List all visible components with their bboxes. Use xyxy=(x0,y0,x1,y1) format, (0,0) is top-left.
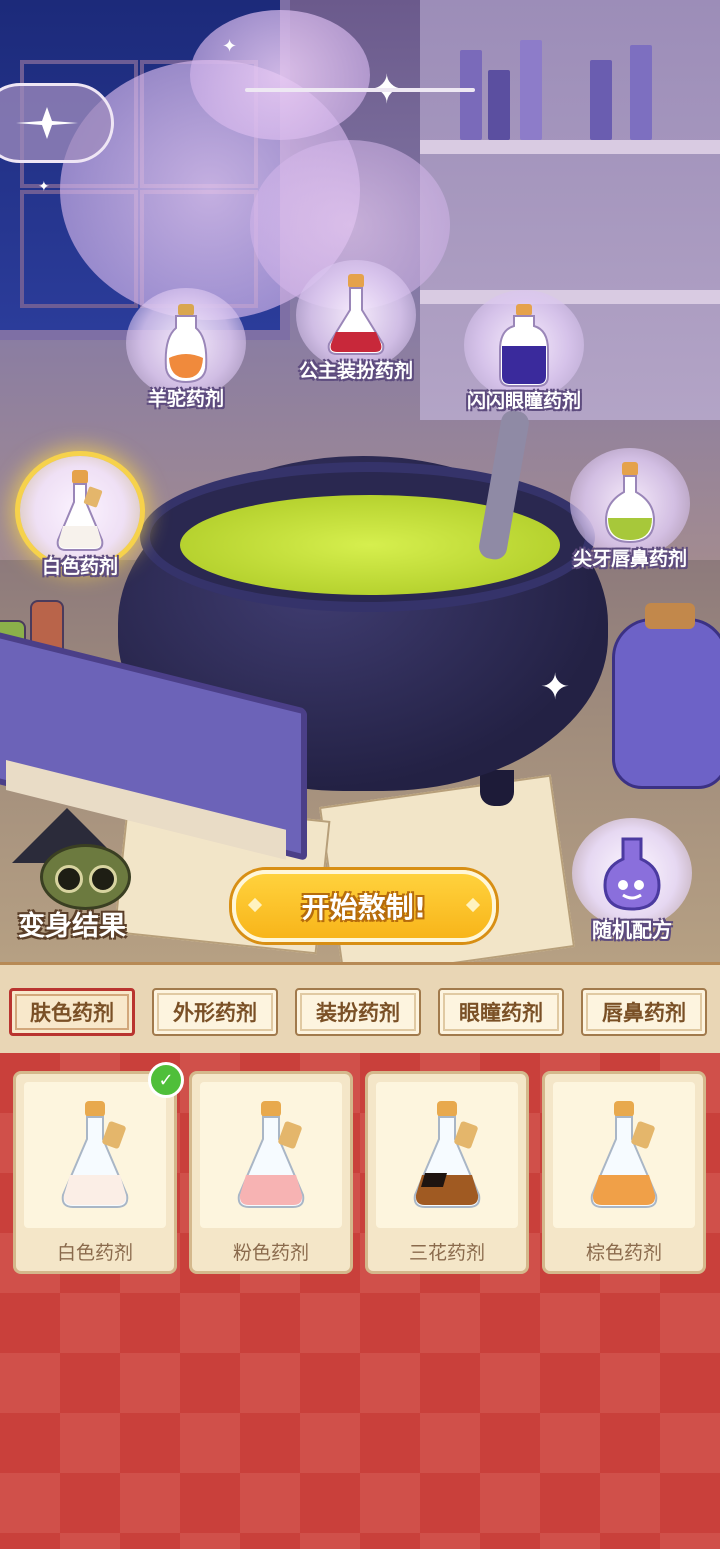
item-name: 棕色药剂 xyxy=(585,1242,662,1264)
scene-potion-alpaca[interactable]: 羊驼药剂 xyxy=(126,288,246,410)
scene-potion-fang[interactable]: 尖牙唇鼻药剂 xyxy=(570,448,690,570)
tab-label: 眼瞳药剂 xyxy=(459,1001,543,1025)
selected-check-icon: ✓ xyxy=(148,1062,184,1098)
scene-potion-princess[interactable]: 公主装扮药剂 xyxy=(296,260,416,382)
start-brew-label: 开始熬制! xyxy=(301,891,427,924)
scene-potion-eyes[interactable]: 闪闪眼瞳药剂 xyxy=(464,290,584,412)
category-tabs: 肤色药剂 外形药剂 装扮药剂 眼瞳药剂 唇鼻药剂 xyxy=(0,962,720,1056)
item-card[interactable]: 粉色药剂 xyxy=(189,1071,353,1274)
scene-potion-label: 羊驼药剂 xyxy=(147,388,224,410)
potion-item-panel: 白色药剂 ✓ 粉色药剂 三花药剂 棕色药剂 xyxy=(0,1053,720,1549)
sparkle-icon: ✦ xyxy=(222,36,238,57)
scene-potion-label: 尖牙唇鼻药剂 xyxy=(572,548,687,570)
potion-bottle-icon xyxy=(499,304,549,387)
potion-flask-icon xyxy=(604,462,656,544)
tab-mouth-nose[interactable]: 唇鼻药剂 xyxy=(581,988,707,1036)
random-flask-icon xyxy=(603,837,661,911)
potion-flask-icon xyxy=(327,274,385,355)
creature-avatar xyxy=(40,844,131,910)
game-scene: ✦ ✦ ✦ ✦ 羊驼药剂 公主装扮药剂 闪闪眼瞳药剂 白色药剂 尖牙唇鼻药剂 变… xyxy=(0,0,720,962)
potion-flask-icon xyxy=(56,470,104,551)
sparkle-icon: ✦ xyxy=(540,667,571,708)
potion-flask-icon xyxy=(237,1101,305,1208)
tab-eyes[interactable]: 眼瞳药剂 xyxy=(438,988,564,1036)
item-name: 粉色药剂 xyxy=(232,1242,309,1264)
start-brew-button[interactable]: 开始熬制! xyxy=(232,870,496,942)
transform-result[interactable]: 变身结果 xyxy=(10,808,150,948)
potion-bottle-icon xyxy=(164,304,208,384)
tab-label: 唇鼻药剂 xyxy=(602,1001,686,1025)
scene-potion-label: 公主装扮药剂 xyxy=(298,360,413,382)
tab-label: 装扮药剂 xyxy=(316,1001,400,1025)
compass-star-icon xyxy=(16,107,78,139)
tab-skin-color[interactable]: 肤色药剂 xyxy=(9,988,135,1036)
scene-potion-label: 白色药剂 xyxy=(41,556,118,578)
item-card[interactable]: 白色药剂 ✓ xyxy=(13,1062,184,1274)
item-name: 白色药剂 xyxy=(56,1242,133,1264)
item-card[interactable]: 三花药剂 xyxy=(365,1071,529,1274)
tab-label: 肤色药剂 xyxy=(30,1001,114,1025)
result-label: 变身结果 xyxy=(18,911,126,942)
item-card[interactable]: 棕色药剂 xyxy=(542,1071,706,1274)
sparkle-icon: ✦ xyxy=(38,179,50,195)
random-recipe-label: 随机配方 xyxy=(592,918,672,942)
scene-potion-white[interactable]: 白色药剂 xyxy=(20,456,140,578)
potion-flask-icon xyxy=(413,1101,481,1208)
tab-label: 外形药剂 xyxy=(173,1001,257,1025)
item-name: 三花药剂 xyxy=(408,1242,485,1264)
scene-potion-label: 闪闪眼瞳药剂 xyxy=(466,390,581,412)
tab-outfit[interactable]: 装扮药剂 xyxy=(295,988,421,1036)
back-button[interactable] xyxy=(0,83,114,163)
potion-flask-icon xyxy=(590,1101,658,1208)
progress-line xyxy=(245,88,475,92)
potion-jar xyxy=(612,603,720,789)
potion-flask-icon xyxy=(61,1101,129,1208)
random-recipe-button[interactable]: 随机配方 xyxy=(568,818,696,943)
tab-shape[interactable]: 外形药剂 xyxy=(152,988,278,1036)
